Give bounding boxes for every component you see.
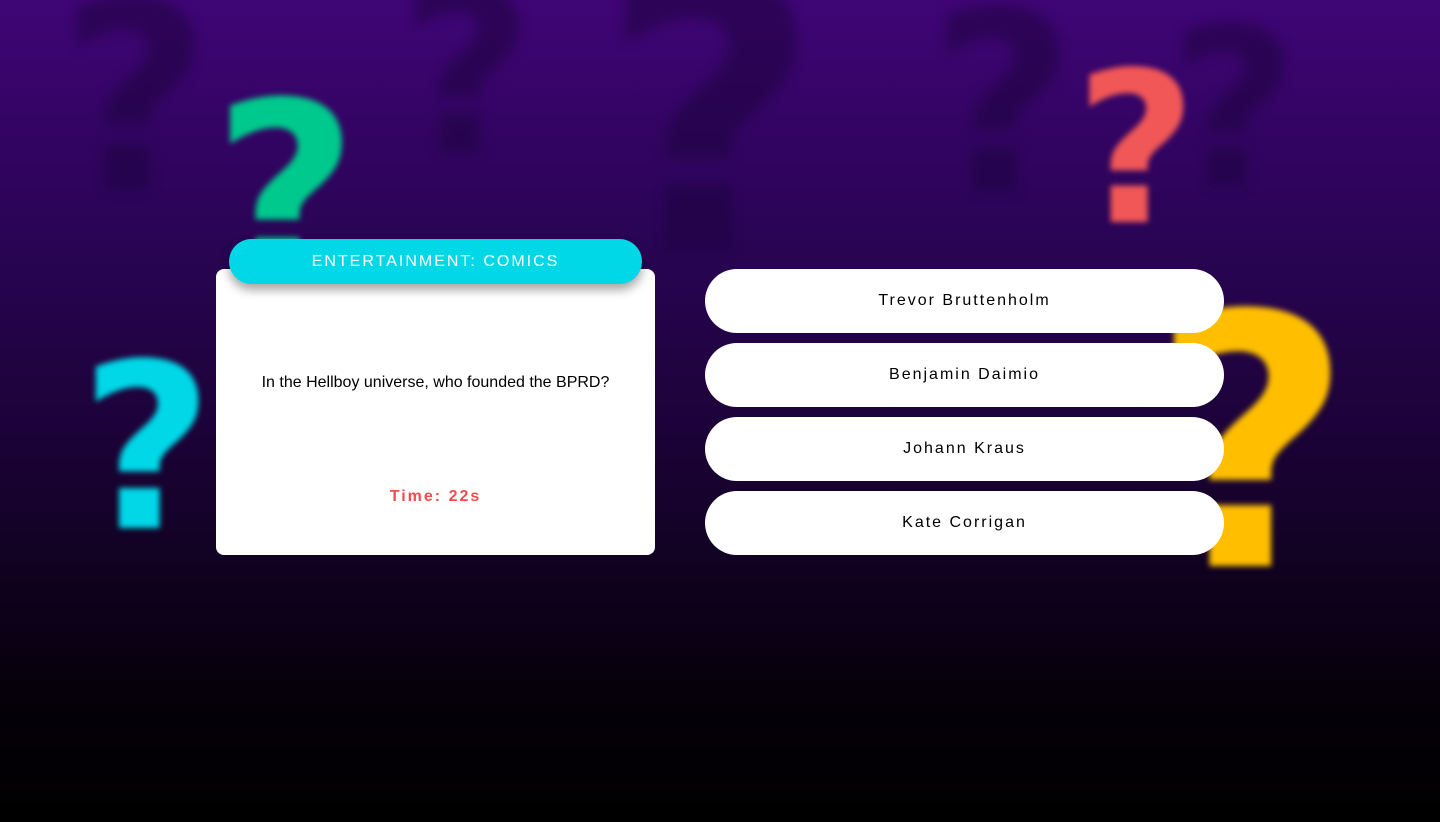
answer-button[interactable]: Trevor Bruttenholm: [705, 269, 1224, 333]
timer-text: Time: 22s: [389, 488, 482, 505]
answer-button[interactable]: Johann Kraus: [705, 417, 1224, 481]
answer-button[interactable]: Benjamin Daimio: [705, 343, 1224, 407]
question-mark-icon: ?: [60, 0, 211, 251]
category-badge: ENTERTAINMENT: COMICS: [229, 239, 642, 284]
question-text: In the Hellboy universe, who founded the…: [261, 374, 610, 391]
answer-button[interactable]: Kate Corrigan: [705, 491, 1224, 555]
coral-question-mark-icon: ?: [1075, 27, 1197, 272]
question-mark-icon: ?: [400, 0, 534, 208]
question-mark-icon: ?: [930, 0, 1076, 250]
question-card: [216, 269, 655, 555]
answer-list: Trevor Bruttenholm Benjamin Daimio Johan…: [705, 269, 1224, 565]
cyan-question-mark-icon: ?: [80, 316, 214, 583]
